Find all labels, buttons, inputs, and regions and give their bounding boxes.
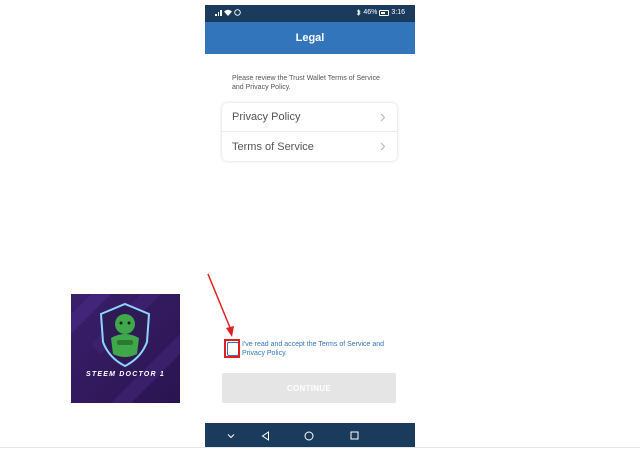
- app-bar: Legal: [205, 22, 415, 54]
- privacy-policy-row[interactable]: Privacy Policy: [222, 103, 397, 132]
- chevron-down-icon: [227, 433, 235, 438]
- accept-terms-row: I've read and accept the Terms of Servic…: [227, 340, 407, 358]
- battery-icon: [379, 9, 390, 16]
- signal-icon: [215, 9, 222, 16]
- logo-text: STEEM DOCTOR 1: [86, 371, 165, 378]
- chevron-right-icon: [380, 113, 386, 122]
- phone-screen: 46% 3:16 Legal Please review the Trust W…: [205, 5, 415, 448]
- status-left-icons: [215, 9, 241, 16]
- accept-terms-text[interactable]: I've read and accept the Terms of Servic…: [242, 340, 407, 358]
- red-arrow-annotation: [207, 273, 234, 337]
- page-title: Legal: [295, 32, 325, 44]
- recents-square-icon: [350, 431, 358, 440]
- chevron-right-icon: [380, 142, 386, 151]
- status-time: 3:16: [391, 9, 405, 16]
- legal-links-card: Privacy Policy Terms of Service: [222, 103, 397, 161]
- logo-mascot-graphic: [71, 294, 180, 403]
- terms-of-service-row[interactable]: Terms of Service: [222, 132, 397, 161]
- nav-recents-button[interactable]: [347, 429, 361, 442]
- android-nav-bar: [205, 423, 415, 448]
- whatsapp-icon: [233, 9, 241, 16]
- continue-label: CONTINUE: [286, 383, 332, 393]
- steem-doctor-logo: STEEM DOCTOR 1: [71, 294, 180, 403]
- nav-home-button[interactable]: [302, 429, 316, 442]
- battery-percent: 46%: [363, 9, 378, 16]
- intro-text: Please review the Trust Wallet Terms of …: [232, 75, 380, 91]
- home-circle-icon: [304, 431, 314, 440]
- nav-back-button[interactable]: [258, 429, 272, 442]
- bottom-divider: [0, 447, 640, 448]
- terms-of-service-label: Terms of Service: [232, 140, 314, 153]
- status-bar: 46% 3:16: [205, 5, 415, 22]
- continue-button[interactable]: CONTINUE: [222, 373, 396, 403]
- screenshot-canvas: 46% 3:16 Legal Please review the Trust W…: [0, 0, 640, 451]
- wifi-icon: [223, 9, 232, 16]
- back-triangle-icon: [261, 430, 269, 441]
- bluetooth-icon: [357, 9, 361, 16]
- status-right-icons: 46% 3:16: [356, 9, 405, 16]
- nav-hide-keyboard-button[interactable]: [224, 429, 238, 442]
- privacy-policy-label: Privacy Policy: [232, 111, 301, 123]
